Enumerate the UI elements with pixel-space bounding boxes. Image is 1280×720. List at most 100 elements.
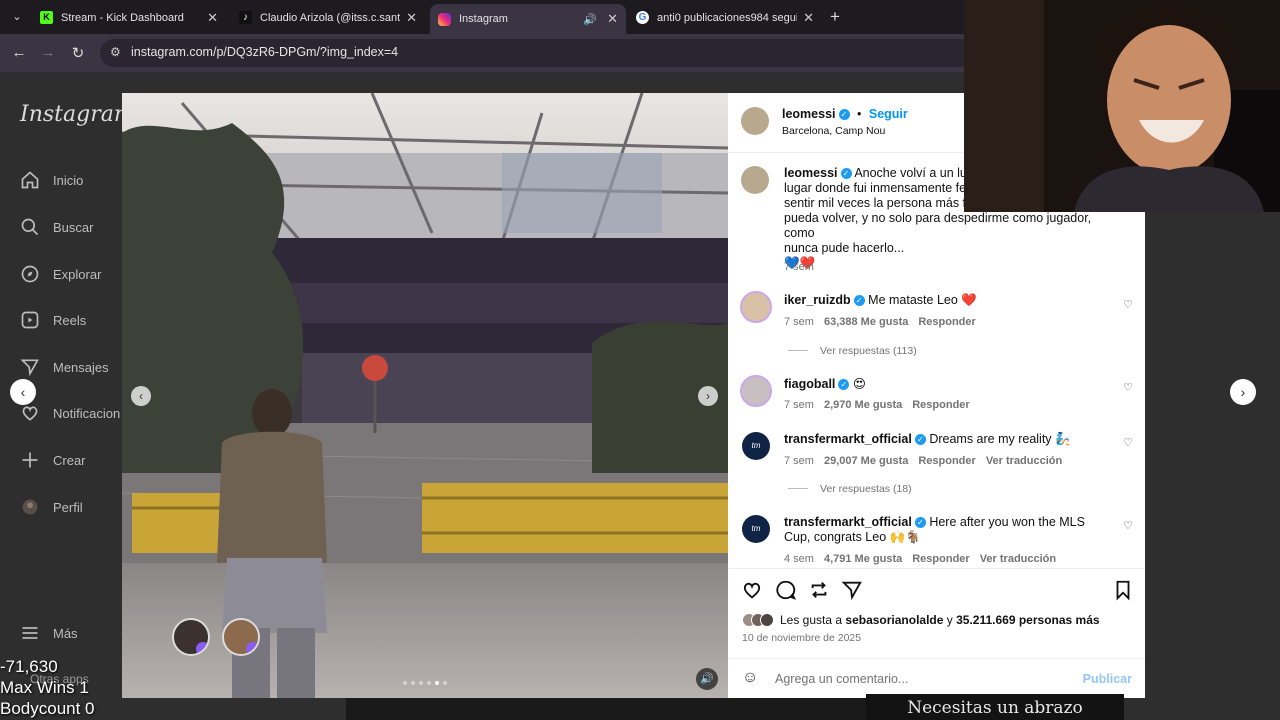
reply-button[interactable]: Responder (918, 316, 975, 328)
comment-username[interactable]: fiagoball (784, 377, 835, 391)
tab-tiktok[interactable]: ♪ Claudio Arizola (@itss.c.santi) | ✕ (231, 5, 425, 30)
translate-button[interactable]: Ver traducción (980, 553, 1056, 565)
save-icon[interactable] (1112, 579, 1134, 601)
comment-username[interactable]: iker_ruizdb (784, 293, 851, 307)
sidebar-item-label: Crear (53, 452, 86, 468)
repost-icon[interactable] (808, 579, 830, 601)
tab-title: Stream - Kick Dashboard (61, 11, 184, 24)
comment-like-icon[interactable]: ♡ (1123, 519, 1133, 532)
tagged-user-avatar[interactable] (172, 618, 210, 656)
author-username[interactable]: leomessi (782, 107, 836, 121)
verified-icon: ✓ (853, 295, 865, 306)
audio-icon[interactable]: 🔊 (696, 668, 718, 690)
sidebar-item-buscar[interactable]: Buscar (20, 214, 93, 240)
transfermarkt-logo-icon[interactable]: tm (742, 432, 770, 460)
comment-likes[interactable]: 4,791 Me gusta (824, 553, 902, 565)
comment-username[interactable]: transfermarkt_official (784, 432, 912, 446)
comment-body: 😍 (852, 377, 866, 391)
caption-line: nunca pude hacerlo... (784, 241, 905, 255)
back-icon[interactable]: ← (10, 44, 28, 61)
carousel-dot (411, 681, 415, 685)
comment-icon[interactable] (775, 579, 797, 601)
comment-like-icon[interactable]: ♡ (1123, 436, 1133, 449)
post-location[interactable]: Barcelona, Camp Nou (782, 125, 885, 137)
post-media[interactable]: ‹ › 🔊 (122, 93, 728, 698)
author-avatar[interactable] (741, 166, 769, 194)
reload-icon[interactable]: ↻ (69, 44, 87, 62)
instagram-logo[interactable]: Instagram (20, 102, 135, 127)
transfermarkt-logo-icon[interactable]: tm (742, 515, 770, 543)
sidebar-item-explorar[interactable]: Explorar (20, 261, 101, 287)
stat-line: -71,630 (0, 657, 58, 676)
carousel-dot (443, 681, 447, 685)
comment-likes[interactable]: 2,970 Me gusta (824, 399, 902, 411)
speaker-icon[interactable]: 🔊 (583, 13, 597, 26)
carousel-next-button[interactable]: › (698, 386, 718, 406)
tab-instagram[interactable]: Instagram 🔊 ✕ (430, 4, 626, 34)
comment-text: iker_ruizdb ✓ Me mataste Leo ❤️ (784, 293, 1114, 308)
reply-button[interactable]: Responder (912, 553, 969, 565)
view-replies-button[interactable]: Ver respuestas (113) (788, 345, 917, 357)
sidebar-item-perfil[interactable]: Perfil (20, 494, 83, 520)
comment-composer: ☺ Agrega un comentario... Publicar (728, 658, 1145, 698)
comment-likes[interactable]: 63,388 Me gusta (824, 316, 908, 328)
post-date: 10 de noviembre de 2025 (742, 632, 862, 644)
close-icon[interactable]: ✕ (803, 10, 814, 26)
like-icon[interactable] (741, 579, 763, 601)
likes-user[interactable]: sebasorianolalde (845, 613, 943, 627)
reply-button[interactable]: Responder (912, 399, 969, 411)
caption-line: lugar donde fui inmensamente feliz (784, 181, 978, 195)
translate-button[interactable]: Ver traducción (986, 455, 1062, 467)
author-avatar[interactable] (741, 107, 769, 135)
comment-like-icon[interactable]: ♡ (1123, 298, 1133, 311)
kick-icon: K (40, 11, 53, 24)
heart-icon (22, 406, 38, 421)
webcam-overlay (964, 0, 1280, 212)
address-bar[interactable]: ⚙ instagram.com/p/DQ3zR6-DPGm/?img_index… (100, 39, 980, 67)
search-icon (21, 218, 39, 236)
comment-body: Me mataste Leo ❤️ (868, 293, 977, 307)
close-icon[interactable]: ✕ (406, 10, 417, 26)
publish-button[interactable]: Publicar (1083, 672, 1132, 686)
tab-kick[interactable]: K Stream - Kick Dashboard ✕ (32, 5, 226, 30)
comment-like-icon[interactable]: ♡ (1123, 381, 1133, 394)
comment-username[interactable]: transfermarkt_official (784, 515, 912, 529)
forward-icon[interactable]: → (39, 44, 57, 61)
carousel-prev-button[interactable]: ‹ (131, 386, 151, 406)
likes-count[interactable]: 35.211.669 personas más (956, 613, 1099, 627)
emoji-icon[interactable]: ☺ (742, 669, 758, 687)
comment-likes[interactable]: 29,007 Me gusta (824, 455, 908, 467)
likes-connector: y (946, 613, 953, 627)
sidebar-item-reels[interactable]: Reels (20, 307, 86, 333)
commenter-avatar[interactable] (740, 375, 772, 407)
sidebar-item-crear[interactable]: Crear (20, 447, 86, 473)
tab-google[interactable]: G anti0 publicaciones984 seguido ✕ (628, 5, 822, 30)
verified-icon: ✓ (840, 168, 852, 179)
site-info-icon[interactable]: ⚙ (110, 45, 121, 59)
sidebar-item-label: Notificacion (53, 405, 121, 421)
previous-post-button[interactable]: ‹ (10, 379, 36, 405)
post-actions: Les gusta a sebasorianolalde y 35.211.66… (728, 568, 1145, 658)
view-replies-button[interactable]: Ver respuestas (18) (788, 483, 912, 495)
sidebar-item-notificaciones[interactable]: Notificacion (20, 400, 120, 426)
sidebar-item-label: Inicio (53, 172, 84, 188)
follow-button[interactable]: Seguir (869, 107, 908, 121)
stat-line: Max Wins 1 (0, 678, 89, 697)
tab-search-button[interactable]: ⌄ (8, 8, 26, 26)
comment-text: fiagoball ✓ 😍 (784, 377, 1114, 392)
tagged-user-avatar[interactable] (222, 618, 260, 656)
sidebar-item-mensajes[interactable]: Mensajes (20, 354, 109, 380)
close-icon[interactable]: ✕ (607, 11, 618, 27)
sidebar-item-mas[interactable]: Más (20, 620, 78, 646)
new-tab-button[interactable]: + (830, 7, 840, 27)
collab-badge-icon (196, 642, 208, 654)
close-icon[interactable]: ✕ (207, 10, 218, 26)
reply-button[interactable]: Responder (918, 455, 975, 467)
next-post-button[interactable]: › (1230, 379, 1256, 405)
comment-input[interactable]: Agrega un comentario... (775, 672, 908, 686)
commenter-avatar[interactable] (740, 291, 772, 323)
share-icon[interactable] (841, 579, 863, 601)
caption-username[interactable]: leomessi (784, 166, 838, 180)
sidebar-item-inicio[interactable]: Inicio (20, 167, 83, 193)
comment-text: transfermarkt_official ✓ Here after you w… (784, 515, 1094, 545)
